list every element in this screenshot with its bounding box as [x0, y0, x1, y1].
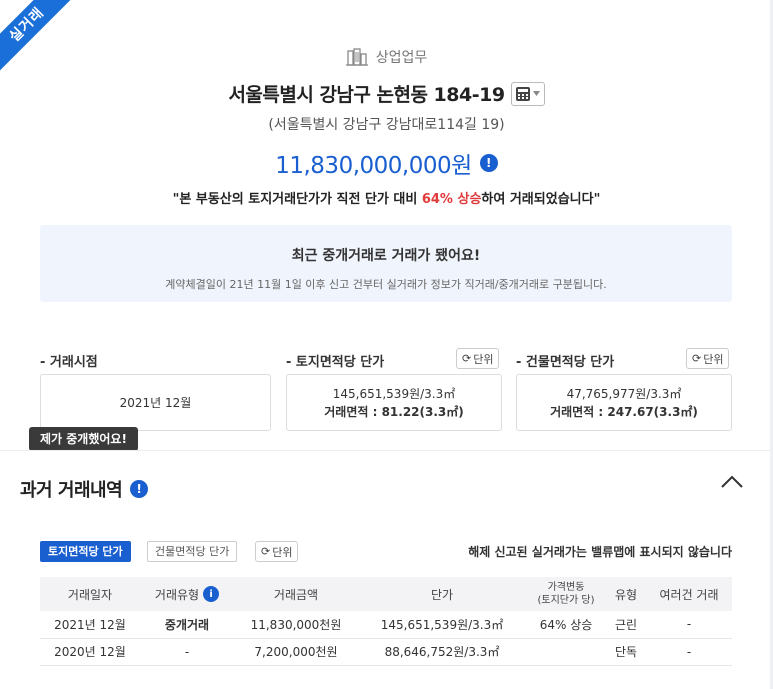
land-unit-label: 단위 — [473, 352, 494, 366]
transaction-price: 11,830,000,000원 — [275, 153, 472, 179]
quote-highlight: 64% 상승 — [421, 192, 482, 207]
table-row[interactable]: 2021년 12월 중개거래 11,830,000천원 145,651,539원… — [40, 611, 732, 639]
history-header: 과거 거래내역 ! — [20, 476, 149, 502]
land-price-box: 145,651,539원/3.3㎡ 거래면적 : 81.22(3.3㎡) — [286, 374, 502, 431]
land-price-value: 145,651,539원/3.3㎡ — [332, 386, 456, 401]
row-amount: 11,830,000천원 — [234, 611, 358, 639]
refresh-icon: ⟳ — [462, 352, 472, 365]
col-type-label: 거래유형 — [154, 587, 200, 602]
col-amount: 거래금액 — [234, 577, 358, 611]
row-unit-price: 88,646,752원/3.3㎡ — [358, 638, 526, 666]
building-unit-button[interactable]: ⟳ 단위 — [686, 348, 730, 369]
row-change: 64% 상승 — [526, 611, 606, 639]
history-info-icon[interactable]: ! — [130, 480, 149, 498]
refresh-icon: ⟳ — [692, 352, 702, 365]
col-type: 거래유형 i — [140, 577, 234, 611]
col-change-label: 가격변동 — [547, 582, 585, 593]
row-date: 2020년 12월 — [40, 638, 140, 666]
date-label: - 거래시점 — [40, 355, 98, 370]
history-table: 거래일자 거래유형 i 거래금액 단가 가격변동 (토지단가 당) 유형 여러건 … — [40, 577, 732, 666]
row-multi: - — [646, 611, 732, 639]
brokerage-notice: 최근 중개거래로 거래가 됐어요! 계약체결일이 21년 11월 1일 이후 신… — [40, 225, 732, 302]
tab-building-price[interactable]: 건물면적당 단가 — [147, 541, 238, 562]
price-change-quote: "본 부동산의 토지거래단가가 직전 단가 대비 64% 상승하여 거래되었습니… — [0, 188, 773, 207]
land-unit-button[interactable]: ⟳ 단위 — [456, 348, 500, 369]
category-row: 상업업무 — [0, 47, 773, 67]
row-unit-price: 145,651,539원/3.3㎡ — [358, 611, 526, 639]
land-price-label: - 토지면적당 단가 — [286, 355, 385, 370]
row-type: - — [140, 638, 234, 666]
date-value: 2021년 12월 — [119, 395, 192, 410]
table-row[interactable]: 2020년 12월 - 7,200,000천원 88,646,752원/3.3㎡… — [40, 638, 732, 666]
tab-land-price[interactable]: 토지면적당 단가 — [40, 541, 131, 562]
row-type: 중개거래 — [140, 611, 234, 639]
col-unit-price: 단가 — [358, 577, 526, 611]
address-title: 서울특별시 강남구 논현동 184-19 — [228, 84, 505, 106]
row-date: 2021년 12월 — [40, 611, 140, 639]
col-change: 가격변동 (토지단가 당) — [526, 577, 606, 611]
row-amount: 7,200,000천원 — [234, 638, 358, 666]
quote-after: 하여 거래되었습니다" — [481, 192, 601, 207]
calculator-icon — [516, 86, 531, 101]
calculator-dropdown-button[interactable] — [510, 81, 545, 106]
refresh-icon: ⟳ — [261, 545, 271, 558]
row-change — [526, 638, 606, 666]
col-date: 거래일자 — [40, 577, 140, 611]
building-price-label: - 건물면적당 단가 — [516, 355, 615, 370]
building-price-value: 47,765,977원/3.3㎡ — [566, 386, 682, 401]
cancelled-note: 해제 신고된 실거래가는 밸류맵에 표시되지 않습니다 — [468, 545, 732, 559]
chevron-up-icon[interactable] — [720, 474, 744, 494]
brokered-tooltip: 제가 중개했어요! — [29, 427, 138, 451]
type-info-icon[interactable]: i — [203, 586, 220, 602]
row-multi: - — [646, 638, 732, 666]
category-label: 상업업무 — [375, 50, 428, 66]
history-unit-label: 단위 — [272, 545, 293, 559]
real-transaction-ribbon: 실거래 — [0, 0, 83, 81]
col-multi: 여러건 거래 — [646, 577, 732, 611]
date-box: 2021년 12월 — [40, 374, 271, 431]
road-address: (서울특별시 강남구 강남대로114길 19) — [268, 117, 505, 133]
caret-down-icon — [533, 91, 541, 96]
price-info-icon[interactable]: ! — [479, 154, 498, 172]
row-kind: 단독 — [606, 638, 646, 666]
quote-before: "본 부동산의 토지거래단가가 직전 단가 대비 — [172, 192, 422, 207]
land-area-value: 거래면적 : 81.22(3.3㎡) — [324, 404, 464, 419]
history-unit-button[interactable]: ⟳ 단위 — [255, 541, 299, 562]
section-divider — [0, 450, 770, 451]
row-kind: 근린 — [606, 611, 646, 639]
building-unit-label: 단위 — [703, 352, 724, 366]
col-change-sub: (토지단가 당) — [537, 595, 595, 606]
address-row: 서울특별시 강남구 논현동 184-19 — [0, 80, 773, 107]
history-title: 과거 거래내역 — [20, 480, 123, 501]
notice-subtitle: 계약체결일이 21년 11월 1일 이후 신고 건부터 실거래가 정보가 직거래… — [165, 278, 607, 291]
table-header-row: 거래일자 거래유형 i 거래금액 단가 가격변동 (토지단가 당) 유형 여러건 … — [40, 577, 732, 611]
notice-title: 최근 중개거래로 거래가 됐어요! — [291, 248, 481, 264]
col-kind: 유형 — [606, 577, 646, 611]
price-row: 11,830,000,000원 ! — [0, 146, 773, 180]
building-icon — [345, 48, 368, 66]
building-price-box: 47,765,977원/3.3㎡ 거래면적 : 247.67(3.3㎡) — [516, 374, 732, 431]
building-area-value: 거래면적 : 247.67(3.3㎡) — [550, 404, 698, 419]
transaction-detail-panel: 실거래 상업업무 서울특별시 강남구 논현동 184-19 (서울특별시 강남구… — [0, 0, 773, 689]
